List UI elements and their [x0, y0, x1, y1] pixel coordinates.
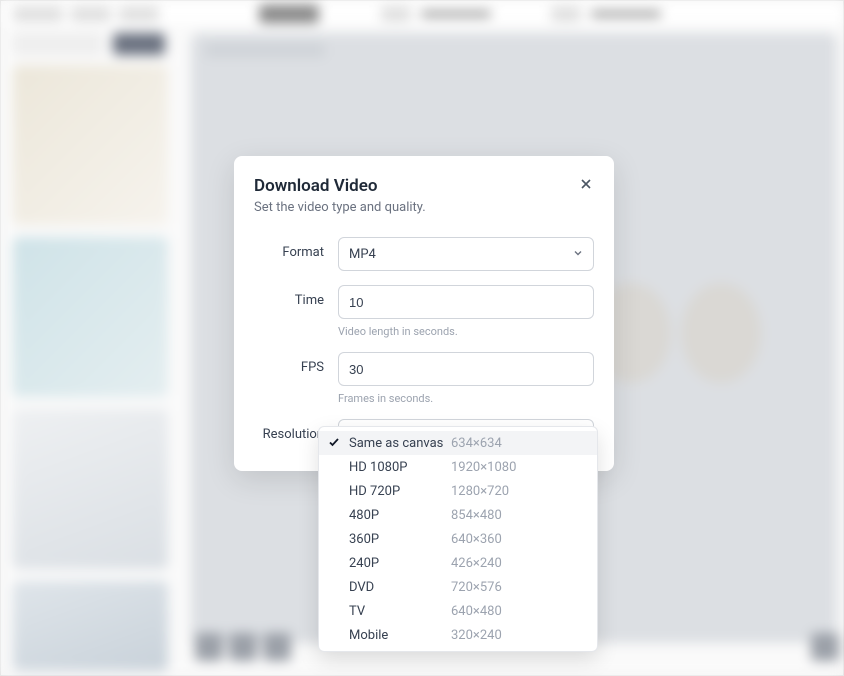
- resolution-option-dim: 1280×720: [451, 484, 509, 499]
- close-button[interactable]: [574, 172, 598, 196]
- resolution-option[interactable]: TV640×480: [319, 599, 597, 623]
- resolution-option[interactable]: 480P854×480: [319, 503, 597, 527]
- resolution-option-dim: 426×240: [451, 556, 502, 571]
- resolution-option-dim: 720×576: [451, 580, 502, 595]
- check-icon: [328, 436, 340, 448]
- resolution-option-dim: 854×480: [451, 508, 502, 523]
- resolution-option[interactable]: Mobile320×240: [319, 623, 597, 647]
- time-input-wrap: [338, 285, 594, 319]
- chevron-down-icon: [573, 248, 583, 261]
- resolution-option-label: 480P: [349, 508, 451, 523]
- resolution-option-label: 360P: [349, 532, 451, 547]
- resolution-option[interactable]: 360P640×360: [319, 527, 597, 551]
- resolution-option-dim: 640×360: [451, 532, 502, 547]
- time-input[interactable]: [349, 295, 583, 310]
- modal-title: Download Video: [254, 176, 594, 196]
- resolution-option-label: TV: [349, 604, 451, 619]
- resolution-option-label: 240P: [349, 556, 451, 571]
- resolution-option-label: HD 720P: [349, 484, 451, 499]
- fps-input[interactable]: [349, 362, 583, 377]
- resolution-option-dim: 320×240: [451, 628, 502, 643]
- resolution-dropdown: Same as canvas634×634HD 1080P1920×1080HD…: [318, 426, 598, 652]
- resolution-option[interactable]: 240P426×240: [319, 551, 597, 575]
- resolution-option-dim: 1920×1080: [451, 460, 516, 475]
- resolution-option[interactable]: HD 720P1280×720: [319, 479, 597, 503]
- format-select-value: MP4: [349, 247, 376, 262]
- resolution-option-label: DVD: [349, 580, 451, 595]
- resolution-option-label: Same as canvas: [349, 436, 451, 451]
- resolution-option-label: Mobile: [349, 628, 451, 643]
- close-icon: [580, 178, 592, 190]
- resolution-option-label: HD 1080P: [349, 460, 451, 475]
- time-hint: Video length in seconds.: [338, 325, 594, 338]
- fps-label: FPS: [254, 352, 338, 375]
- resolution-option-dim: 634×634: [451, 436, 502, 451]
- download-video-modal: Download Video Set the video type and qu…: [234, 156, 614, 471]
- format-label: Format: [254, 237, 338, 260]
- modal-subtitle: Set the video type and quality.: [254, 200, 594, 215]
- fps-hint: Frames in seconds.: [338, 392, 594, 405]
- time-label: Time: [254, 285, 338, 308]
- resolution-option-dim: 640×480: [451, 604, 502, 619]
- resolution-option[interactable]: Same as canvas634×634: [319, 431, 597, 455]
- fps-input-wrap: [338, 352, 594, 386]
- resolution-option[interactable]: DVD720×576: [319, 575, 597, 599]
- format-select[interactable]: MP4: [338, 237, 594, 271]
- resolution-option[interactable]: HD 1080P1920×1080: [319, 455, 597, 479]
